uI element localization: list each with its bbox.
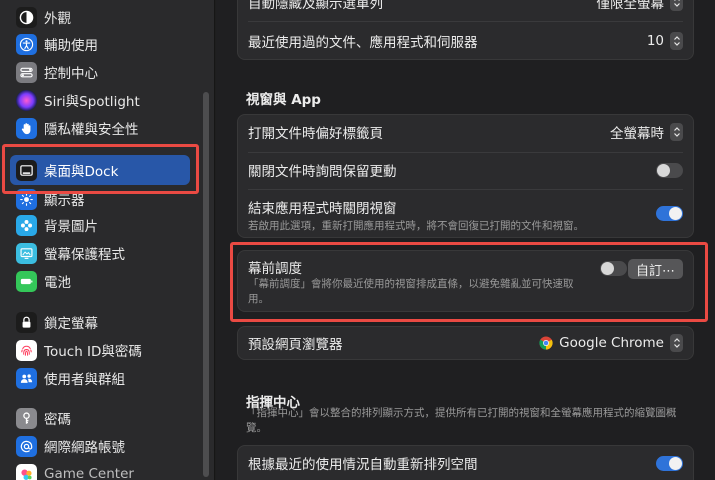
sidebar-item-lock-screen[interactable]: 鎖定螢幕 [12,308,192,336]
stage-manager-toggle[interactable] [600,261,627,276]
main-content: 自動隱藏及顯示選單列 僅限全螢幕 最近使用過的文件、應用程式和伺服器 10 視窗… [216,0,715,480]
fingerprint-icon [16,339,37,361]
stage-manager-card: 幕前調度 「幕前調度」會將你最近使用的視窗排成直條，以避免雜亂並可快速取用。 自… [237,250,694,312]
windows-apps-title: 視窗與 App [246,92,321,108]
recent-items-row: 最近使用過的文件、應用程式和伺服器 10 [238,25,693,57]
default-browser-value: Google Chrome [559,335,664,351]
chrome-icon [539,336,553,350]
customize-button[interactable]: 自訂⋯ [627,259,683,279]
close-windows-description: 若啟用此選項，重新打開應用程式時，將不會回復已打開的文件和視窗。 [248,219,584,232]
prefer-tabs-popup[interactable]: 全螢幕時 [610,122,683,142]
control-center-icon [16,61,37,83]
prefer-tabs-row: 打開文件時偏好標籤頁 全螢幕時 [238,117,693,147]
sidebar-item-label: 密碼 [44,412,71,428]
sidebar-item-accessibility[interactable]: 輔助使用 [12,30,192,58]
sidebar-item-label: 電池 [44,275,71,291]
auto-hide-menu-bar-row: 自動隱藏及顯示選單列 僅限全螢幕 [238,0,693,17]
game-center-icon [16,463,37,480]
screensaver-icon [16,242,37,264]
mission-control-description: 「指揮中心」會以整合的排列顯示方式，提供所有已打開的視窗和全螢幕應用程式的縮覽圖… [246,407,677,434]
divider [248,152,683,153]
sidebar-item-passwords[interactable]: 密碼 [12,404,192,432]
default-browser-row: 預設網頁瀏覽器 Google Chrome [238,327,693,359]
auto-hide-menu-bar-value: 僅限全螢幕 [596,0,665,12]
sidebar-item-label: Game Center [44,466,134,480]
updown-chevron-icon [670,0,683,11]
default-browser-popup[interactable]: Google Chrome [539,334,683,352]
sidebar-item-control-center[interactable]: 控制中心 [12,58,192,86]
menu-bar-card: 自動隱藏及顯示選單列 僅限全螢幕 最近使用過的文件、應用程式和伺服器 10 [237,0,694,60]
ask-keep-changes-row: 關閉文件時詢問保留更動 [238,155,693,185]
sidebar-item-display[interactable]: 顯示器 [12,185,192,213]
dock-icon [16,159,37,181]
prefer-tabs-label: 打開文件時偏好標籤頁 [248,126,383,142]
updown-chevron-icon [670,123,683,141]
sidebar-item-game-center[interactable]: Game Center [12,460,192,480]
sidebar-item-siri-spotlight[interactable]: Siri與Spotlight [12,86,192,114]
sidebar-item-users[interactable]: 使用者與群組 [12,364,192,392]
display-icon [16,188,37,210]
mission-control-card: 根據最近的使用情況自動重新排列空間 [237,445,694,480]
ask-keep-changes-toggle[interactable] [656,162,683,178]
recent-items-popup[interactable]: 10 [647,32,683,50]
close-windows-row: 結束應用程式時關閉視窗 若啟用此選項，重新打開應用程式時，將不會回復已打開的文件… [238,193,693,237]
users-icon [16,367,37,389]
battery-icon [16,270,37,292]
recent-items-value: 10 [646,33,664,49]
sidebar-item-label: 隱私權與安全性 [44,122,139,138]
default-browser-card: 預設網頁瀏覽器 Google Chrome [237,326,694,360]
divider [248,21,683,22]
sidebar-item-label: 顯示器 [44,193,85,209]
updown-chevron-icon [670,32,683,50]
sidebar-item-label: 螢幕保護程式 [44,247,125,263]
at-icon [16,435,37,457]
updown-chevron-icon [670,334,683,352]
ask-keep-changes-label: 關閉文件時詢問保留更動 [248,164,397,180]
appearance-icon [16,6,37,28]
sidebar-item-label: Siri與Spotlight [44,94,140,110]
stage-manager-label: 幕前調度 [248,261,302,277]
windows-apps-card: 打開文件時偏好標籤頁 全螢幕時 關閉文件時詢問保留更動 結束應用程式時關閉視窗 … [237,114,694,238]
sidebar-item-label: 外觀 [44,11,71,27]
sidebar-scrollbar[interactable] [203,92,209,477]
recent-items-label: 最近使用過的文件、應用程式和伺服器 [248,35,478,51]
siri-icon [16,89,37,111]
rearrange-spaces-label: 根據最近的使用情況自動重新排列空間 [248,457,478,473]
sidebar-item-label: 鎖定螢幕 [44,316,98,332]
key-icon [16,407,37,429]
divider [248,189,683,190]
sidebar-item-privacy[interactable]: 隱私權與安全性 [12,114,192,142]
sidebar-item-label: Touch ID與密碼 [44,344,142,360]
accessibility-icon [16,33,37,55]
sidebar-item-label: 使用者與群組 [44,372,125,388]
rearrange-spaces-row: 根據最近的使用情況自動重新排列空間 [238,448,693,478]
stage-manager-description: 「幕前調度」會將你最近使用的視窗排成直條，以避免雜亂並可快速取用。 [248,278,574,305]
wallpaper-icon [16,214,37,236]
sidebar-item-desktop-dock[interactable]: 桌面與Dock [10,155,190,185]
lock-icon [16,311,37,333]
sidebar-item-appearance[interactable]: 外觀 [12,3,192,31]
auto-hide-menu-bar-label: 自動隱藏及顯示選單列 [248,0,383,12]
rearrange-spaces-toggle[interactable] [656,455,683,471]
close-windows-label: 結束應用程式時關閉視窗 [248,200,397,217]
sidebar-item-label: 輔助使用 [44,38,98,54]
sidebar-item-label: 網際網路帳號 [44,440,125,456]
sidebar-item-label: 桌面與Dock [44,164,119,180]
sidebar-item-wallpaper[interactable]: 背景圖片 [12,211,192,239]
default-browser-label: 預設網頁瀏覽器 [248,337,343,353]
sidebar-item-battery[interactable]: 電池 [12,267,192,295]
sidebar-item-touch-id[interactable]: Touch ID與密碼 [12,336,192,364]
sidebar-item-screensaver[interactable]: 螢幕保護程式 [12,239,192,267]
prefer-tabs-value: 全螢幕時 [610,126,664,142]
sidebar-item-internet-accounts[interactable]: 網際網路帳號 [12,432,192,460]
sidebar: 外觀 輔助使用 控制中心 Siri與Spotlight 隱私權與安全性 顯示器 … [0,0,215,480]
hand-icon [16,117,37,139]
close-windows-toggle[interactable] [656,206,683,221]
sidebar-item-label: 控制中心 [44,66,98,82]
auto-hide-menu-bar-popup[interactable]: 僅限全螢幕 [596,0,683,12]
sidebar-item-label: 背景圖片 [44,219,98,235]
